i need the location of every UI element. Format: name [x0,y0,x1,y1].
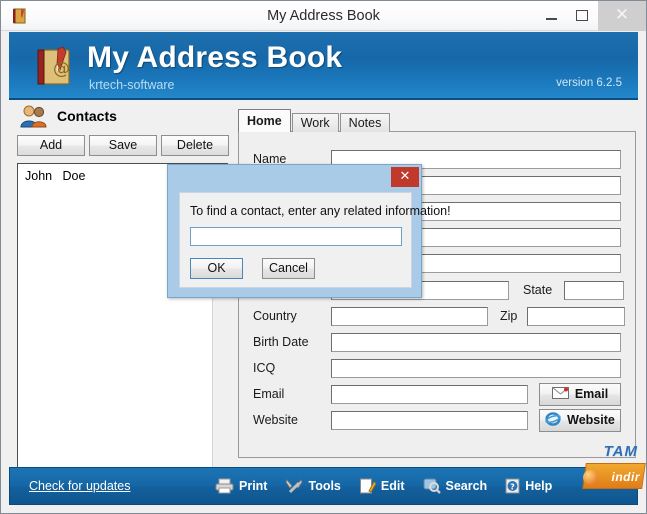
edit-label: Edit [380,479,405,493]
app-subtitle: krtech-software [89,78,175,92]
magnifier-icon [423,478,441,494]
application-window: My Address Book ✕ @ My Address Book krte… [0,0,647,514]
country-label: Country [253,309,297,323]
dialog-search-input[interactable] [190,227,402,246]
state-input[interactable] [564,280,625,300]
window-titlebar: My Address Book ✕ [1,1,646,31]
check-for-updates-link[interactable]: Check for updates [29,479,130,493]
contacts-label: Contacts [57,108,117,124]
state-label: State [523,283,553,297]
tabstrip: Home Work Notes [238,109,391,132]
tab-work[interactable]: Work [291,113,339,132]
email-button-label: Email [574,387,609,401]
birthdate-label: Birth Date [253,335,309,349]
edit-button[interactable]: Edit [359,478,405,494]
form-row-website: Website Website [253,408,621,432]
dialog-message: To find a contact, enter any related inf… [190,204,451,218]
app-version: version 6.2.5 [556,77,622,89]
country-input[interactable] [331,306,488,326]
envelope-icon [551,386,569,402]
search-dialog: ✕ To find a contact, enter any related i… [167,164,451,298]
birthdate-input[interactable] [331,332,621,352]
minimize-button[interactable] [536,1,567,31]
dialog-ok-button[interactable]: OK [190,258,243,279]
minimize-icon [546,18,557,20]
contacts-actions: Add Save Delete [17,135,229,156]
website-label: Website [253,413,298,427]
bottom-toolbar: Check for updates Print Tools Edit Searc… [9,467,638,505]
search-button[interactable]: Search [423,478,488,494]
maximize-button[interactable] [567,1,598,31]
dialog-cancel-button[interactable]: Cancel [262,258,315,279]
tab-home[interactable]: Home [238,109,291,132]
print-button[interactable]: Print [215,478,267,494]
search-label: Search [445,479,488,493]
close-button[interactable]: ✕ [598,1,646,31]
app-title: My Address Book [87,41,343,74]
help-label: Help [525,479,553,493]
website-button[interactable]: Website [539,408,621,432]
tools-label: Tools [308,479,341,493]
form-row-email: Email Email [253,382,621,406]
wrench-icon [285,478,304,494]
people-icon [19,104,49,128]
icq-input[interactable] [331,358,621,378]
email-input[interactable] [331,384,528,404]
svg-text:?: ? [510,483,515,492]
browser-icon [545,411,561,429]
printer-icon [215,478,234,494]
icq-label: ICQ [253,361,276,375]
add-button[interactable]: Add [17,135,85,156]
email-label: Email [253,387,285,401]
dialog-close-button[interactable]: ✕ [391,167,419,187]
tab-notes[interactable]: Notes [339,113,391,132]
question-icon: ? [505,478,520,494]
delete-button[interactable]: Delete [161,135,229,156]
app-header: @ My Address Book krtech-software versio… [9,32,638,100]
app-logo-icon: @ [31,44,77,90]
zip-input[interactable] [527,306,626,326]
zip-label: Zip [500,309,518,323]
print-label: Print [239,479,268,493]
save-button[interactable]: Save [89,135,157,156]
window-controls: ✕ [536,1,646,31]
close-icon: ✕ [614,5,630,25]
toolbar-items: Print Tools Edit Search ? Help [215,478,552,494]
edit-icon [359,478,376,494]
maximize-icon [576,10,588,21]
dialog-body: To find a contact, enter any related inf… [179,192,451,288]
form-row-country: Country Zip [253,305,626,327]
form-row-birth: Birth Date [253,331,621,353]
email-button[interactable]: Email [539,382,621,406]
website-button-label: Website [567,413,615,427]
website-input[interactable] [331,410,528,430]
form-row-icq: ICQ [253,357,621,379]
help-button[interactable]: ? Help [505,478,552,494]
tools-button[interactable]: Tools [285,478,341,494]
svg-text:@: @ [53,59,70,79]
contacts-heading: Contacts [19,104,117,128]
